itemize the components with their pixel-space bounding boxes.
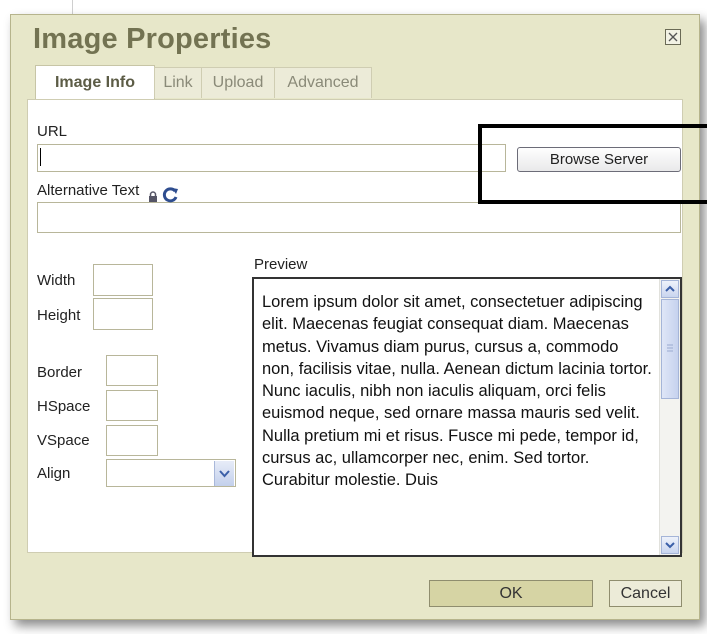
tab-link[interactable]: Link: [154, 67, 202, 98]
ok-button[interactable]: OK: [429, 580, 593, 607]
alternative-text-label: Alternative Text: [37, 182, 140, 199]
cancel-button[interactable]: Cancel: [609, 580, 682, 607]
vspace-label: VSpace: [37, 432, 90, 449]
lock-icon[interactable]: [148, 191, 158, 203]
url-input[interactable]: [37, 144, 506, 172]
close-button[interactable]: [665, 29, 681, 45]
hspace-input[interactable]: [106, 390, 158, 421]
close-icon: [668, 32, 678, 42]
align-label: Align: [37, 465, 71, 482]
scroll-up-button[interactable]: [661, 280, 679, 298]
scroll-thumb[interactable]: [661, 299, 679, 399]
dialog-title: Image Properties: [33, 23, 272, 55]
preview-text: Lorem ipsum dolor sit amet, consectetuer…: [262, 293, 652, 490]
height-label: Height: [37, 307, 81, 324]
scroll-down-button[interactable]: [661, 536, 679, 554]
chevron-down-icon: [219, 470, 230, 478]
tab-advanced[interactable]: Advanced: [274, 67, 372, 98]
image-properties-dialog: Image Properties Image Info Link Upload …: [10, 14, 700, 620]
width-label: Width: [37, 272, 76, 289]
url-label: URL: [37, 123, 68, 140]
chevron-down-icon: [665, 542, 675, 549]
width-input[interactable]: [93, 264, 153, 296]
height-input[interactable]: [93, 298, 153, 330]
chevron-up-icon: [665, 285, 675, 292]
tab-image-info[interactable]: Image Info: [35, 65, 155, 100]
alternative-text-input[interactable]: [37, 202, 681, 233]
align-dropdown-button[interactable]: [214, 461, 234, 486]
preview-pane[interactable]: Lorem ipsum dolor sit amet, consectetuer…: [252, 277, 682, 557]
border-input[interactable]: [106, 355, 158, 386]
hspace-label: HSpace: [37, 398, 91, 415]
background-divider: [72, 0, 73, 14]
vspace-input[interactable]: [106, 425, 158, 456]
background-strip: [0, 0, 707, 14]
grip-icon: [667, 344, 673, 352]
text-caret: [40, 148, 41, 166]
tab-upload[interactable]: Upload: [201, 67, 275, 98]
preview-label: Preview: [254, 256, 308, 273]
preview-scrollbar[interactable]: [659, 279, 680, 555]
reset-size-icon[interactable]: [162, 186, 180, 204]
border-label: Border: [37, 364, 83, 381]
annotation-highlight-box: [478, 124, 707, 204]
align-select[interactable]: [106, 459, 236, 487]
